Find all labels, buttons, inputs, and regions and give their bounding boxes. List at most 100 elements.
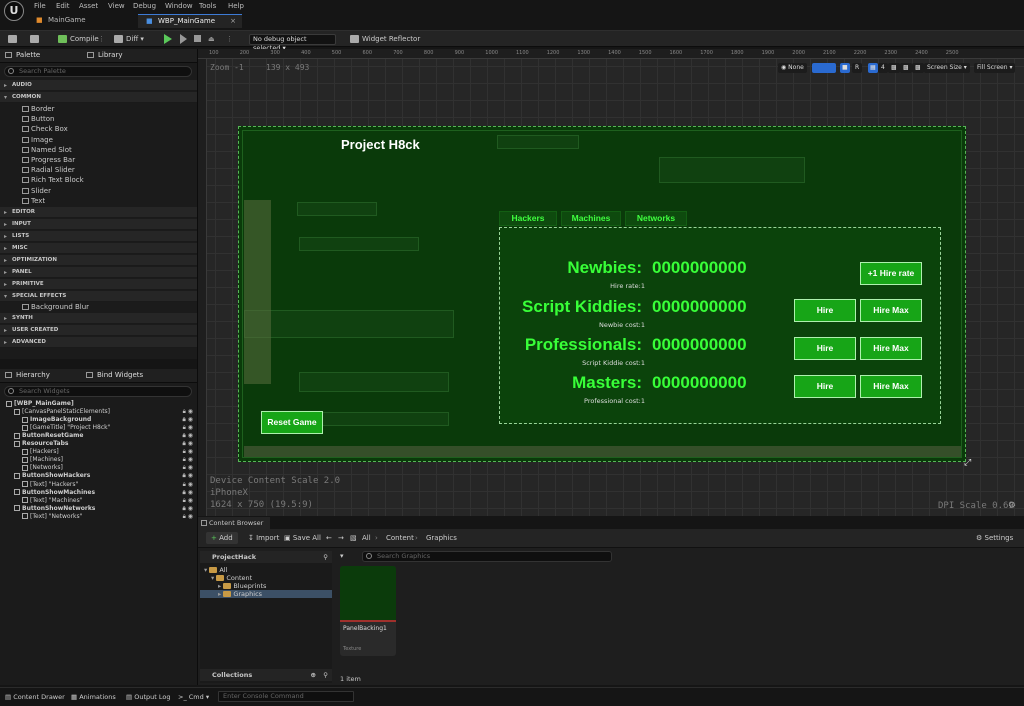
tab-content-browser[interactable]: Content Browser 2× bbox=[198, 517, 270, 539]
hierarchy-row[interactable]: [Machines] 🔒︎ ◉ bbox=[0, 456, 197, 464]
menu-debug[interactable]: Debug bbox=[133, 2, 156, 10]
hire-max-button[interactable]: Hire Max bbox=[860, 337, 922, 360]
search-icon[interactable]: ⚲ bbox=[323, 551, 328, 563]
game-canvas[interactable]: Project H8ck Hackers Machines Networks N… bbox=[238, 126, 966, 462]
palette-category-special-effects[interactable]: SPECIAL EFFECTS bbox=[0, 291, 197, 302]
tab-palette[interactable]: Palette bbox=[5, 51, 40, 59]
palette-category-advanced[interactable]: ADVANCED bbox=[0, 337, 197, 349]
filter-icon[interactable]: ▾ bbox=[340, 552, 344, 560]
visibility-eye-icon[interactable]: 🔒︎ ◉ bbox=[183, 513, 193, 521]
switch-toggle[interactable] bbox=[812, 63, 836, 73]
none-toggle[interactable]: ◉ None bbox=[778, 63, 807, 73]
unreal-logo-icon[interactable]: U bbox=[4, 1, 24, 21]
hire-rate-button[interactable]: +1 Hire rate bbox=[860, 262, 922, 285]
save-all-button[interactable]: ▣ Save All bbox=[284, 534, 321, 542]
palette-category-primitive[interactable]: PRIMITIVE bbox=[0, 279, 197, 290]
widget-reflector-button[interactable]: Widget Reflector bbox=[350, 33, 420, 46]
grid-icon[interactable]: ▦ bbox=[868, 63, 878, 73]
step-icon[interactable] bbox=[180, 34, 187, 44]
visibility-eye-icon[interactable]: 🔒︎ ◉ bbox=[182, 472, 193, 480]
search-icon[interactable]: ⚲ bbox=[323, 669, 328, 681]
asset-search-input[interactable]: Search Graphics bbox=[362, 551, 612, 562]
hierarchy-row[interactable]: [GameTitle] "Project H8ck" 🔒︎ ◉ bbox=[0, 424, 197, 432]
tab-wbp-maingame[interactable]: ■ WBP_MainGame × bbox=[138, 14, 242, 28]
palette-category-input[interactable]: INPUT bbox=[0, 219, 197, 230]
tab-networks[interactable]: Networks bbox=[625, 211, 687, 226]
palette-category-misc[interactable]: MISC bbox=[0, 243, 197, 254]
image-icon[interactable]: ▩ bbox=[888, 63, 900, 73]
menu-window[interactable]: Window bbox=[165, 2, 193, 10]
hierarchy-row[interactable]: ButtonShowHackers 🔒︎ ◉ bbox=[0, 472, 197, 480]
add-button[interactable]: + Add bbox=[206, 532, 238, 544]
tab-bind-widgets[interactable]: Bind Widgets bbox=[86, 371, 143, 379]
visibility-eye-icon[interactable]: 🔒︎ ◉ bbox=[183, 497, 193, 505]
menu-help[interactable]: Help bbox=[228, 2, 244, 10]
hierarchy-row[interactable]: [Hackers] 🔒︎ ◉ bbox=[0, 448, 197, 456]
compile-options-icon[interactable]: ⋮ bbox=[98, 33, 105, 46]
menu-tools[interactable]: Tools bbox=[199, 2, 216, 10]
reset-game-button[interactable]: Reset Game bbox=[261, 411, 323, 434]
animations-button[interactable]: ▦ Animations bbox=[71, 693, 116, 701]
palette-item-radial-slider[interactable]: Radial Slider bbox=[22, 165, 75, 175]
tab-maingame[interactable]: ■ MainGame bbox=[28, 14, 132, 28]
stop-icon[interactable] bbox=[194, 35, 201, 42]
console-input[interactable]: Enter Console Command bbox=[218, 691, 354, 702]
cmd-button[interactable]: >_ Cmd ▾ bbox=[178, 693, 209, 701]
flip-icon[interactable]: ■ bbox=[840, 63, 850, 73]
palette-item-named-slot[interactable]: Named Slot bbox=[22, 145, 72, 155]
debug-object-select[interactable]: No debug object selected ▾ bbox=[249, 34, 336, 52]
folder-tree-row[interactable]: ▾ Content bbox=[200, 574, 332, 582]
grid-size[interactable]: 4 bbox=[878, 63, 888, 73]
hierarchy-row[interactable]: [Text] "Machines" 🔒︎ ◉ bbox=[0, 497, 197, 505]
hierarchy-row[interactable]: [WBP_MainGame] bbox=[0, 400, 197, 408]
hierarchy-row[interactable]: ImageBackground 🔒︎ ◉ bbox=[0, 416, 197, 424]
add-collection-icon[interactable]: ⊕ bbox=[311, 669, 316, 681]
hire-button[interactable]: Hire bbox=[794, 299, 856, 322]
visibility-eye-icon[interactable]: 🔒︎ ◉ bbox=[182, 416, 193, 424]
visibility-eye-icon[interactable]: 🔒︎ ◉ bbox=[183, 408, 193, 416]
content-drawer-button[interactable]: ▤ Content Drawer bbox=[5, 693, 65, 701]
palette-category-synth[interactable]: SYNTH bbox=[0, 313, 197, 325]
visibility-eye-icon[interactable]: 🔒︎ ◉ bbox=[182, 440, 193, 448]
palette-item-check-box[interactable]: Check Box bbox=[22, 124, 68, 134]
palette-item-text[interactable]: Text bbox=[22, 196, 45, 206]
hierarchy-row[interactable]: [CanvasPanelStaticElements] 🔒︎ ◉ bbox=[0, 408, 197, 416]
hire-max-button[interactable]: Hire Max bbox=[860, 375, 922, 398]
image-toggle-icon[interactable]: ▩ bbox=[900, 63, 912, 73]
folder-tree-row[interactable]: ▸ Blueprints bbox=[200, 582, 332, 590]
palette-category-lists[interactable]: LISTS bbox=[0, 231, 197, 242]
palette-category-audio[interactable]: AUDIO bbox=[0, 80, 197, 91]
settings-button[interactable]: ⚙ Settings bbox=[976, 534, 1013, 542]
visibility-eye-icon[interactable]: 🔒︎ ◉ bbox=[182, 432, 193, 440]
palette-item-image[interactable]: Image bbox=[22, 135, 53, 145]
tab-machines[interactable]: Machines bbox=[561, 211, 621, 226]
browse-button[interactable] bbox=[30, 33, 42, 46]
output-log-button[interactable]: ▤ Output Log bbox=[126, 693, 170, 701]
palette-category-optimization[interactable]: OPTIMIZATION bbox=[0, 255, 197, 266]
palette-item-button[interactable]: Button bbox=[22, 114, 54, 124]
close-icon[interactable]: × bbox=[230, 15, 236, 28]
hierarchy-search-input[interactable]: Search Widgets bbox=[4, 386, 192, 397]
screen-size-dropdown[interactable]: Screen Size ▾ bbox=[924, 63, 970, 73]
folder-tree-row[interactable]: ▾ All bbox=[200, 566, 332, 574]
visibility-eye-icon[interactable]: 🔒︎ ◉ bbox=[183, 464, 193, 472]
import-button[interactable]: ↧ Import bbox=[248, 534, 279, 542]
menu-file[interactable]: File bbox=[34, 2, 46, 10]
save-button[interactable] bbox=[8, 33, 20, 46]
hierarchy-row[interactable]: ButtonShowMachines 🔒︎ ◉ bbox=[0, 489, 197, 497]
compile-button[interactable]: Compile bbox=[58, 33, 99, 46]
folder-tree-row[interactable]: ▸ Graphics bbox=[200, 590, 332, 598]
respect-locks-toggle[interactable]: R bbox=[852, 63, 863, 73]
hire-max-button[interactable]: Hire Max bbox=[860, 299, 922, 322]
menu-edit[interactable]: Edit bbox=[56, 2, 70, 10]
tab-library[interactable]: Library bbox=[87, 51, 122, 59]
menu-view[interactable]: View bbox=[108, 2, 125, 10]
eject-icon[interactable]: ⏏ bbox=[208, 33, 215, 46]
visibility-eye-icon[interactable]: 🔒︎ ◉ bbox=[183, 481, 193, 489]
palette-category-common[interactable]: COMMON bbox=[0, 92, 197, 103]
visibility-eye-icon[interactable]: 🔒︎ ◉ bbox=[183, 448, 193, 456]
collections-header[interactable]: Collections ⊕ ⚲ bbox=[200, 669, 332, 681]
image-toggle-2-icon[interactable]: ▩ bbox=[912, 63, 924, 73]
palette-category-panel[interactable]: PANEL bbox=[0, 267, 197, 278]
hire-button[interactable]: Hire bbox=[794, 375, 856, 398]
